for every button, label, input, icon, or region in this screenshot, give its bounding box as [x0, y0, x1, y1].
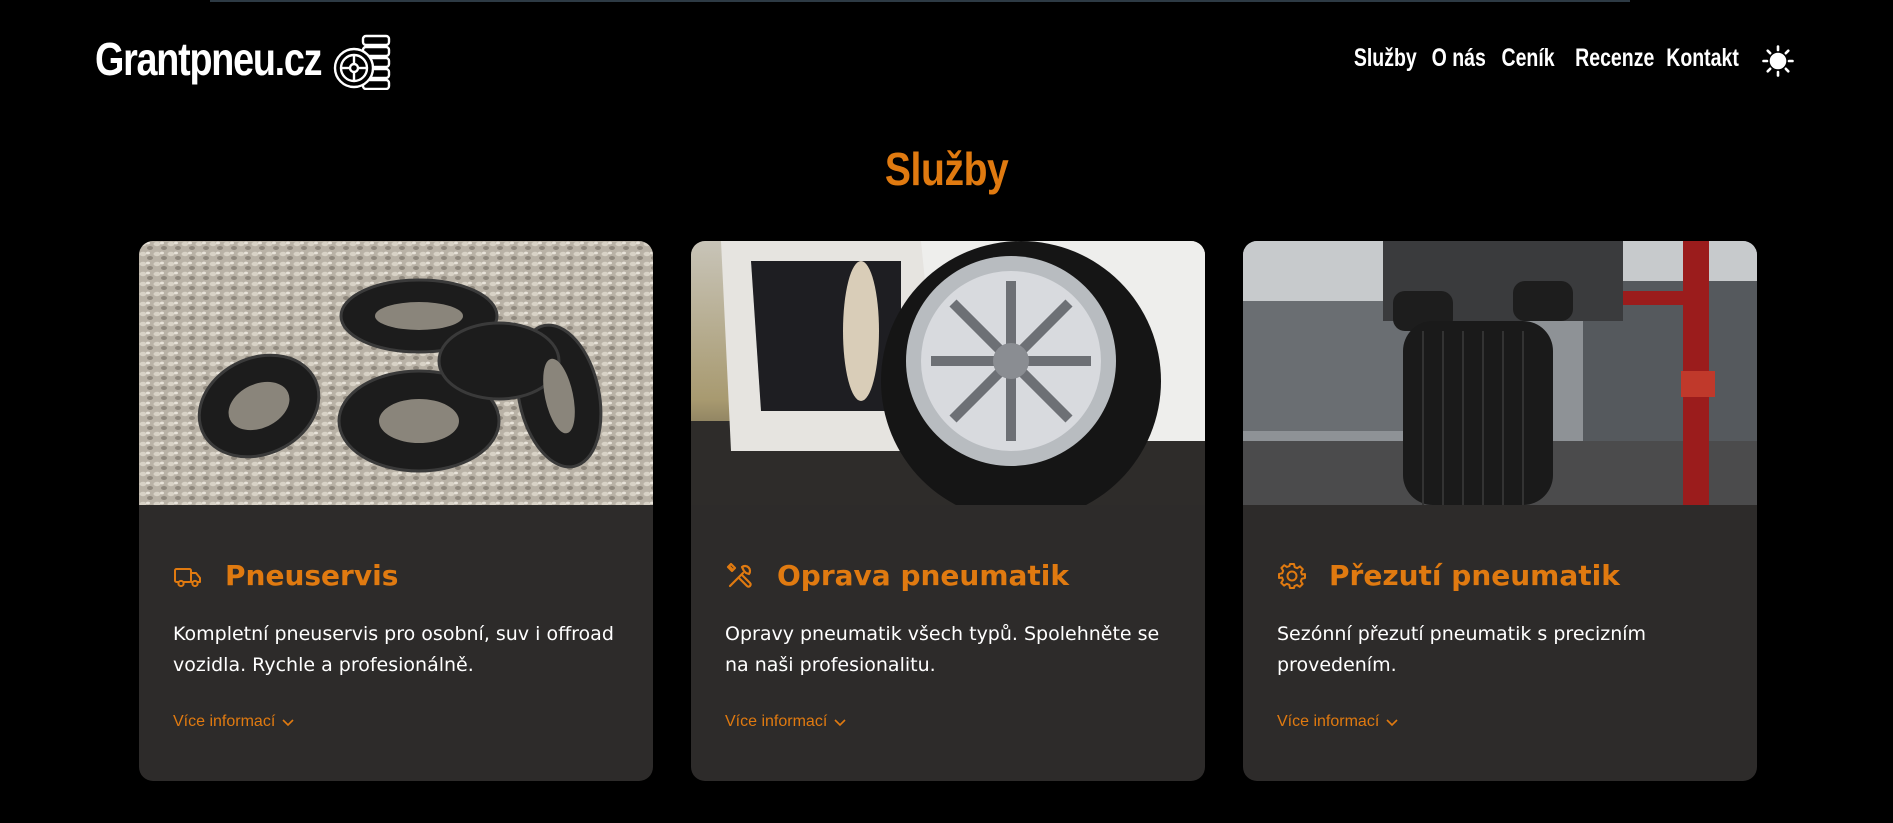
tires-on-gravel-image [139, 241, 653, 505]
nav-kontakt[interactable]: Kontakt [1666, 44, 1739, 73]
more-info-label: Více informací [725, 713, 828, 730]
more-info-label: Více informací [1277, 713, 1380, 730]
more-info-link[interactable]: Více informací [725, 713, 847, 731]
chevron-down-icon [282, 719, 294, 727]
flat-tire-car-image [691, 241, 1205, 505]
section-title: Služby [884, 143, 1009, 195]
card-description: Sezónní přezutí pneumatik s precizním pr… [1277, 623, 1647, 676]
card-header: Přezutí pneumatik [1277, 559, 1620, 592]
tires-logo-icon [333, 34, 391, 90]
more-info-label: Více informací [173, 713, 276, 730]
service-card-prezuti: Přezutí pneumatik Sezónní přezutí pneuma… [1243, 241, 1757, 781]
more-info-link[interactable]: Více informací [173, 713, 295, 731]
more-info-link[interactable]: Více informací [1277, 713, 1399, 731]
site-header: Grantpneu.cz Služby O nás Ceník Recenze … [0, 0, 1893, 125]
card-title: Přezutí pneumatik [1329, 559, 1620, 592]
chevron-down-icon [834, 719, 846, 727]
logo-text: Grantpneu.cz [95, 33, 322, 85]
chevron-down-icon [1386, 719, 1398, 727]
card-description: Kompletní pneuservis pro osobní, suv i o… [173, 623, 614, 676]
service-card-oprava: Oprava pneumatik Opravy pneumatik všech … [691, 241, 1205, 781]
card-title: Oprava pneumatik [777, 559, 1070, 592]
mechanic-tire-garage-image [1243, 241, 1757, 505]
gear-icon [1278, 562, 1306, 589]
nav-sluzby[interactable]: Služby [1354, 44, 1417, 73]
logo[interactable]: Grantpneu.cz [95, 32, 391, 90]
nav-cenik[interactable]: Ceník [1501, 44, 1554, 73]
nav-recenze[interactable]: Recenze [1575, 44, 1654, 73]
tools-icon [726, 562, 752, 588]
card-header: Oprava pneumatik [725, 559, 1069, 592]
sun-icon[interactable] [1762, 45, 1794, 77]
card-header: Pneuservis [173, 559, 398, 592]
nav-o-nas[interactable]: O nás [1432, 44, 1486, 73]
truck-icon [174, 567, 201, 587]
card-description: Opravy pneumatik všech typů. Spolehněte … [725, 623, 1160, 676]
card-title: Pneuservis [225, 559, 399, 592]
service-card-pneuservis: Pneuservis Kompletní pneuservis pro osob… [139, 241, 653, 781]
